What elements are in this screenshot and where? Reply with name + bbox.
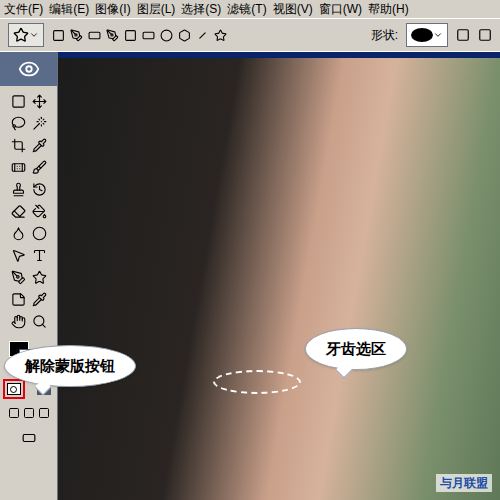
tool-icon[interactable] bbox=[32, 314, 47, 329]
options-bar: 形状: bbox=[0, 18, 500, 52]
menu-item[interactable]: 视图(V) bbox=[273, 0, 313, 18]
photoshop-window: 文件(F) 编辑(E) 图像(I) 图层(L) 选择(S) 滤镜(T) 视图(V) 窗口(W)… bbox=[0, 0, 500, 500]
tool-icon[interactable] bbox=[11, 248, 26, 263]
fill-pixels-icon[interactable] bbox=[88, 29, 101, 42]
ellipse-icon[interactable] bbox=[160, 29, 173, 42]
menu-item[interactable]: 滤镜(T) bbox=[227, 0, 266, 18]
tool-icon[interactable] bbox=[11, 314, 26, 329]
shape-tool-icon bbox=[13, 27, 29, 43]
tool-icon[interactable] bbox=[11, 182, 26, 197]
mode-button-icon[interactable] bbox=[456, 28, 470, 42]
toolbox-header bbox=[0, 52, 57, 86]
standard-mode-button[interactable] bbox=[3, 379, 25, 399]
dropdown-arrow-icon bbox=[29, 30, 39, 40]
tool-icon[interactable] bbox=[32, 226, 47, 241]
photo: 与月联盟 bbox=[58, 58, 500, 500]
rounded-rectangle-icon[interactable] bbox=[142, 29, 155, 42]
menu-item[interactable]: 选择(S) bbox=[181, 0, 221, 18]
tool-icon[interactable] bbox=[32, 182, 47, 197]
tool-icon[interactable] bbox=[32, 292, 47, 307]
menu-item[interactable]: 帮助(H) bbox=[368, 0, 409, 18]
rectangle-icon[interactable] bbox=[124, 29, 137, 42]
menu-item[interactable]: 编辑(E) bbox=[49, 0, 89, 18]
tool-icon[interactable] bbox=[32, 160, 47, 175]
photoshop-logo-icon bbox=[18, 58, 40, 80]
tool-icon[interactable] bbox=[11, 204, 26, 219]
dropdown-arrow-icon bbox=[433, 30, 443, 40]
tool-icon[interactable] bbox=[32, 270, 47, 285]
watermark: 与月联盟 bbox=[436, 474, 492, 492]
menu-bar: 文件(F) 编辑(E) 图像(I) 图层(L) 选择(S) 滤镜(T) 视图(V) 窗口(W)… bbox=[0, 0, 500, 18]
tool-icon[interactable] bbox=[11, 292, 26, 307]
teeth-selection bbox=[213, 370, 301, 394]
tool-icon[interactable] bbox=[11, 138, 26, 153]
tool-icon[interactable] bbox=[32, 204, 47, 219]
screen-mode-icon[interactable] bbox=[23, 407, 35, 419]
tool-icon[interactable] bbox=[11, 226, 26, 241]
tool-icon[interactable] bbox=[32, 116, 47, 131]
menu-item[interactable]: 窗口(W) bbox=[319, 0, 362, 18]
screen-mode-icon[interactable] bbox=[38, 407, 50, 419]
tool-icon[interactable] bbox=[32, 138, 47, 153]
tool-icon[interactable] bbox=[11, 270, 26, 285]
toolbox bbox=[0, 52, 58, 500]
paths-icon[interactable] bbox=[70, 29, 83, 42]
menu-item[interactable]: 图像(I) bbox=[95, 0, 130, 18]
shape-picker[interactable] bbox=[406, 23, 448, 47]
tool-preset-picker[interactable] bbox=[8, 23, 44, 47]
pen-icon[interactable] bbox=[106, 29, 119, 42]
tool-icon[interactable] bbox=[32, 94, 47, 109]
annotation-callout: 牙齿选区 bbox=[305, 328, 407, 370]
shape-label: 形状: bbox=[371, 26, 398, 44]
polygon-icon[interactable] bbox=[178, 29, 191, 42]
tool-icon[interactable] bbox=[32, 248, 47, 263]
shape-layers-icon[interactable] bbox=[52, 29, 65, 42]
menu-item[interactable]: 文件(F) bbox=[4, 0, 43, 18]
custom-shape-icon[interactable] bbox=[214, 29, 227, 42]
tool-icon[interactable] bbox=[11, 116, 26, 131]
line-icon[interactable] bbox=[193, 26, 211, 44]
annotation-callout: 解除蒙版按钮 bbox=[4, 345, 136, 387]
jump-to-imageready-icon[interactable] bbox=[22, 431, 36, 445]
menu-item[interactable]: 图层(L) bbox=[137, 0, 176, 18]
screen-mode-icon[interactable] bbox=[8, 407, 20, 419]
tool-icon[interactable] bbox=[11, 94, 26, 109]
tool-icon[interactable] bbox=[11, 160, 26, 175]
mode-button-icon[interactable] bbox=[478, 28, 492, 42]
